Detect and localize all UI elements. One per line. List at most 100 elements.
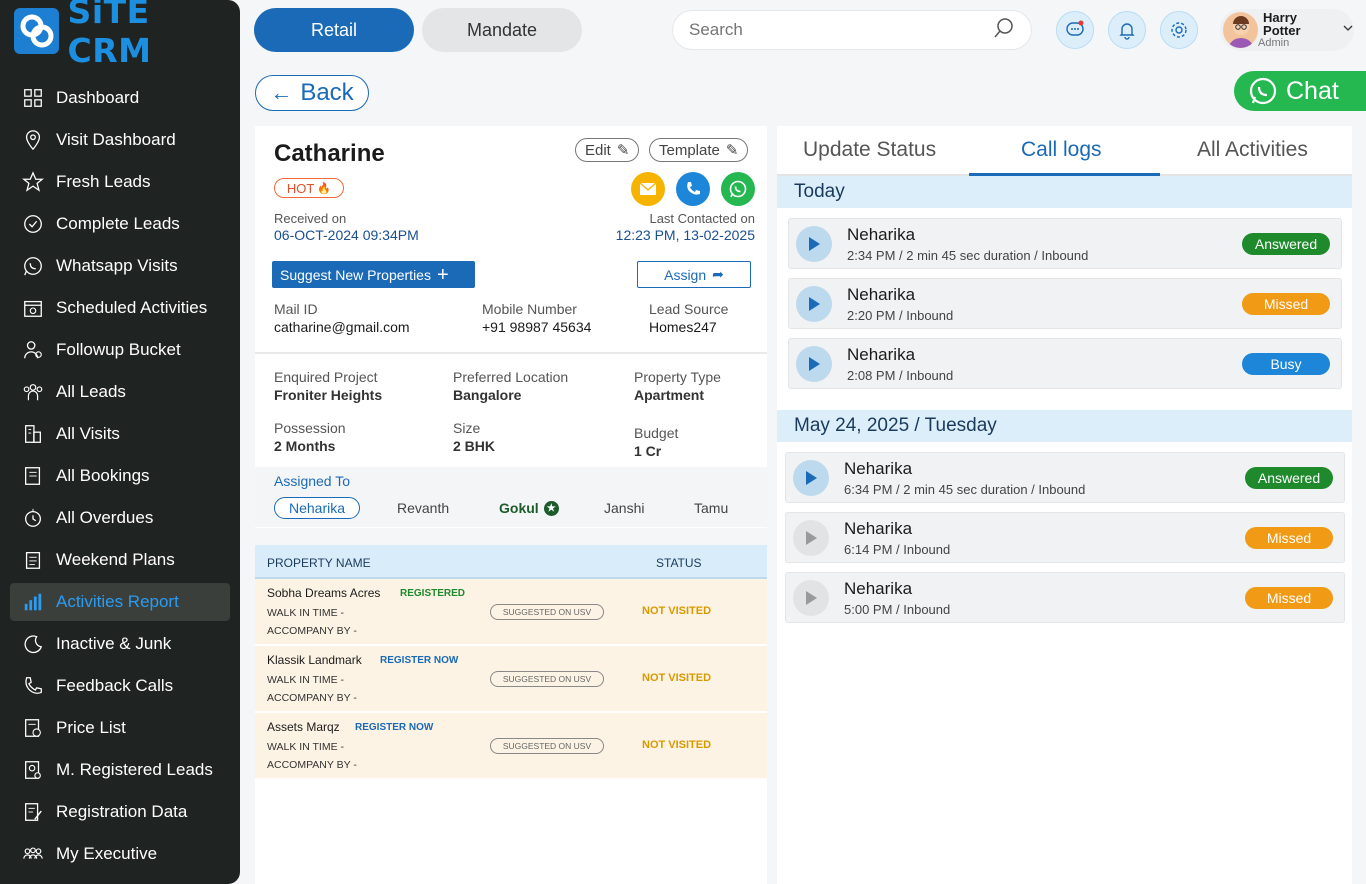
search-bar — [672, 10, 1032, 50]
table-row[interactable]: Assets Marqz REGISTER NOW WALK IN TIME - AC… — [255, 713, 767, 778]
sidebar-item-followup-bucket[interactable]: Followup Bucket — [10, 331, 230, 369]
executive-tamu[interactable]: Tamu — [694, 497, 728, 519]
sidebar-item-activities-report[interactable]: Activities Report — [10, 583, 230, 621]
tab-mandate[interactable]: Mandate — [422, 8, 582, 52]
source-label: Lead Source — [649, 301, 729, 317]
sidebar-item-weekend-plans[interactable]: Weekend Plans — [10, 541, 230, 579]
sidebar-item-feedback-calls[interactable]: Feedback Calls — [10, 667, 230, 705]
tab-all-activities[interactable]: All Activities — [1197, 138, 1308, 162]
messages-button[interactable] — [1056, 11, 1094, 49]
sidebar-item-all-overdues[interactable]: All Overdues — [10, 499, 230, 537]
assign-button[interactable]: Assign ➦ — [637, 261, 751, 288]
chevron-down-icon — [1342, 21, 1354, 39]
call-log-item[interactable]: Neharika 5:00 PM / Inbound Missed — [785, 572, 1345, 623]
accompany-by: ACCOMPANY BY - — [267, 692, 357, 704]
sidebar-item-label: Feedback Calls — [56, 676, 174, 695]
tab-retail[interactable]: Retail — [254, 8, 414, 52]
play-icon[interactable] — [793, 580, 829, 616]
sidebar-item-label: Scheduled Activities — [56, 298, 208, 317]
call-log-item[interactable]: Neharika 2:20 PM / Inbound Missed — [788, 278, 1342, 329]
clipboard-icon — [21, 548, 45, 572]
sidebar-item-dashboard[interactable]: Dashboard — [10, 79, 230, 117]
gear-icon — [1171, 22, 1187, 38]
bell-icon — [1119, 23, 1135, 40]
mobile-value[interactable]: +91 98987 45634 — [482, 319, 591, 335]
sidebar-item-all-bookings[interactable]: All Bookings — [10, 457, 230, 495]
accompany-by: ACCOMPANY BY - — [267, 625, 357, 637]
executive-neharika[interactable]: Neharika — [274, 497, 361, 519]
executive-revanth[interactable]: Revanth — [397, 497, 449, 519]
executive-janshi[interactable]: Janshi — [604, 497, 644, 519]
executive-gokul-label: Gokul — [499, 500, 539, 516]
sidebar-item-all-leads[interactable]: All Leads — [10, 373, 230, 411]
call-log-item[interactable]: Neharika 6:14 PM / Inbound Missed — [785, 512, 1345, 563]
sidebar-item-label: Inactive & Junk — [56, 634, 172, 653]
pencil-icon: ✎ — [616, 142, 630, 159]
mail-icon — [639, 182, 657, 195]
phone-icon — [21, 674, 45, 698]
sidebar-item-all-visits[interactable]: All Visits — [10, 415, 230, 453]
status-badge: Missed — [1242, 293, 1330, 315]
play-icon[interactable] — [796, 346, 832, 382]
sidebar-item-m-registered-leads[interactable]: M. Registered Leads — [10, 751, 230, 789]
tab-update-status[interactable]: Update Status — [803, 138, 936, 162]
table-row[interactable]: Sobha Dreams Acres REGISTERED WALK IN TIME… — [255, 579, 767, 644]
caller-name: Neharika — [844, 579, 913, 598]
whatsapp-icon — [729, 180, 747, 198]
sidebar-item-label: Price List — [56, 718, 126, 737]
status-badge: Missed — [1245, 587, 1333, 609]
caller-name: Neharika — [844, 519, 913, 538]
sidebar-item-registration-data[interactable]: Registration Data — [10, 793, 230, 831]
sidebar-item-whatsapp-visits[interactable]: Whatsapp Visits — [10, 247, 230, 285]
walk-in-time: WALK IN TIME - — [267, 741, 345, 753]
moon-icon — [21, 632, 45, 656]
back-button[interactable]: ← Back — [255, 75, 369, 111]
edit-button[interactable]: Edit ✎ — [575, 138, 640, 162]
sidebar-item-complete-leads[interactable]: Complete Leads — [10, 205, 230, 243]
sidebar-item-inactive-junk[interactable]: Inactive & Junk — [10, 625, 230, 663]
play-icon[interactable] — [793, 460, 829, 496]
call-log-item[interactable]: Neharika 6:34 PM / 2 min 45 sec duration … — [785, 452, 1345, 503]
property-name: Klassik Landmark — [267, 653, 362, 667]
property-tag[interactable]: REGISTERED — [400, 588, 465, 599]
play-icon[interactable] — [793, 520, 829, 556]
settings-button[interactable] — [1160, 11, 1198, 49]
executive-gokul[interactable]: Gokul ★ — [499, 497, 559, 519]
play-icon[interactable] — [796, 286, 832, 322]
logo[interactable]: SiTE CRM — [14, 0, 240, 70]
template-button[interactable]: Template ✎ — [649, 138, 749, 162]
sidebar-item-visit-dashboard[interactable]: Visit Dashboard — [10, 121, 230, 159]
property-tag[interactable]: REGISTER NOW — [355, 722, 433, 733]
location-label: Preferred Location — [453, 369, 569, 385]
sidebar-item-label: My Executive — [56, 844, 158, 863]
sidebar-item-price-list[interactable]: Price List — [10, 709, 230, 747]
call-button[interactable] — [676, 172, 710, 206]
star-badge-icon: ★ — [543, 500, 559, 516]
sidebar-item-my-executive[interactable]: My Executive — [10, 835, 230, 873]
mail-value[interactable]: catharine@gmail.com — [274, 319, 410, 335]
price-icon — [21, 716, 45, 740]
whatsapp-button[interactable] — [721, 172, 755, 206]
property-tag[interactable]: REGISTER NOW — [380, 655, 458, 666]
chat-button[interactable]: Chat — [1234, 71, 1366, 111]
sidebar-item-label: M. Registered Leads — [56, 760, 213, 779]
date-header: May 24, 2025 / Tuesday — [777, 410, 1352, 442]
sidebar-item-scheduled-activities[interactable]: Scheduled Activities — [10, 289, 230, 327]
user-menu[interactable]: Harry Potter Admin — [1220, 9, 1354, 51]
call-log-item[interactable]: Neharika 2:34 PM / 2 min 45 sec duration … — [788, 218, 1342, 269]
email-button[interactable] — [631, 172, 665, 206]
table-row[interactable]: Klassik Landmark REGISTER NOW WALK IN TIME… — [255, 646, 767, 711]
walk-in-time: WALK IN TIME - — [267, 607, 345, 619]
play-icon[interactable] — [796, 226, 832, 262]
notifications-button[interactable] — [1108, 11, 1146, 49]
logo-mark-icon — [14, 8, 59, 54]
call-log-item[interactable]: Neharika 2:08 PM / Inbound Busy — [788, 338, 1342, 389]
property-type-label: Property Type — [634, 369, 721, 385]
suggest-properties-button[interactable]: Suggest New Properties + — [272, 261, 475, 288]
received-label: Received on — [274, 211, 347, 226]
tab-call-logs[interactable]: Call logs — [1021, 138, 1102, 162]
sidebar-item-fresh-leads[interactable]: Fresh Leads — [10, 163, 230, 201]
search-input[interactable] — [689, 20, 993, 40]
search-icon[interactable] — [993, 17, 1015, 44]
caller-name: Neharika — [847, 345, 916, 364]
